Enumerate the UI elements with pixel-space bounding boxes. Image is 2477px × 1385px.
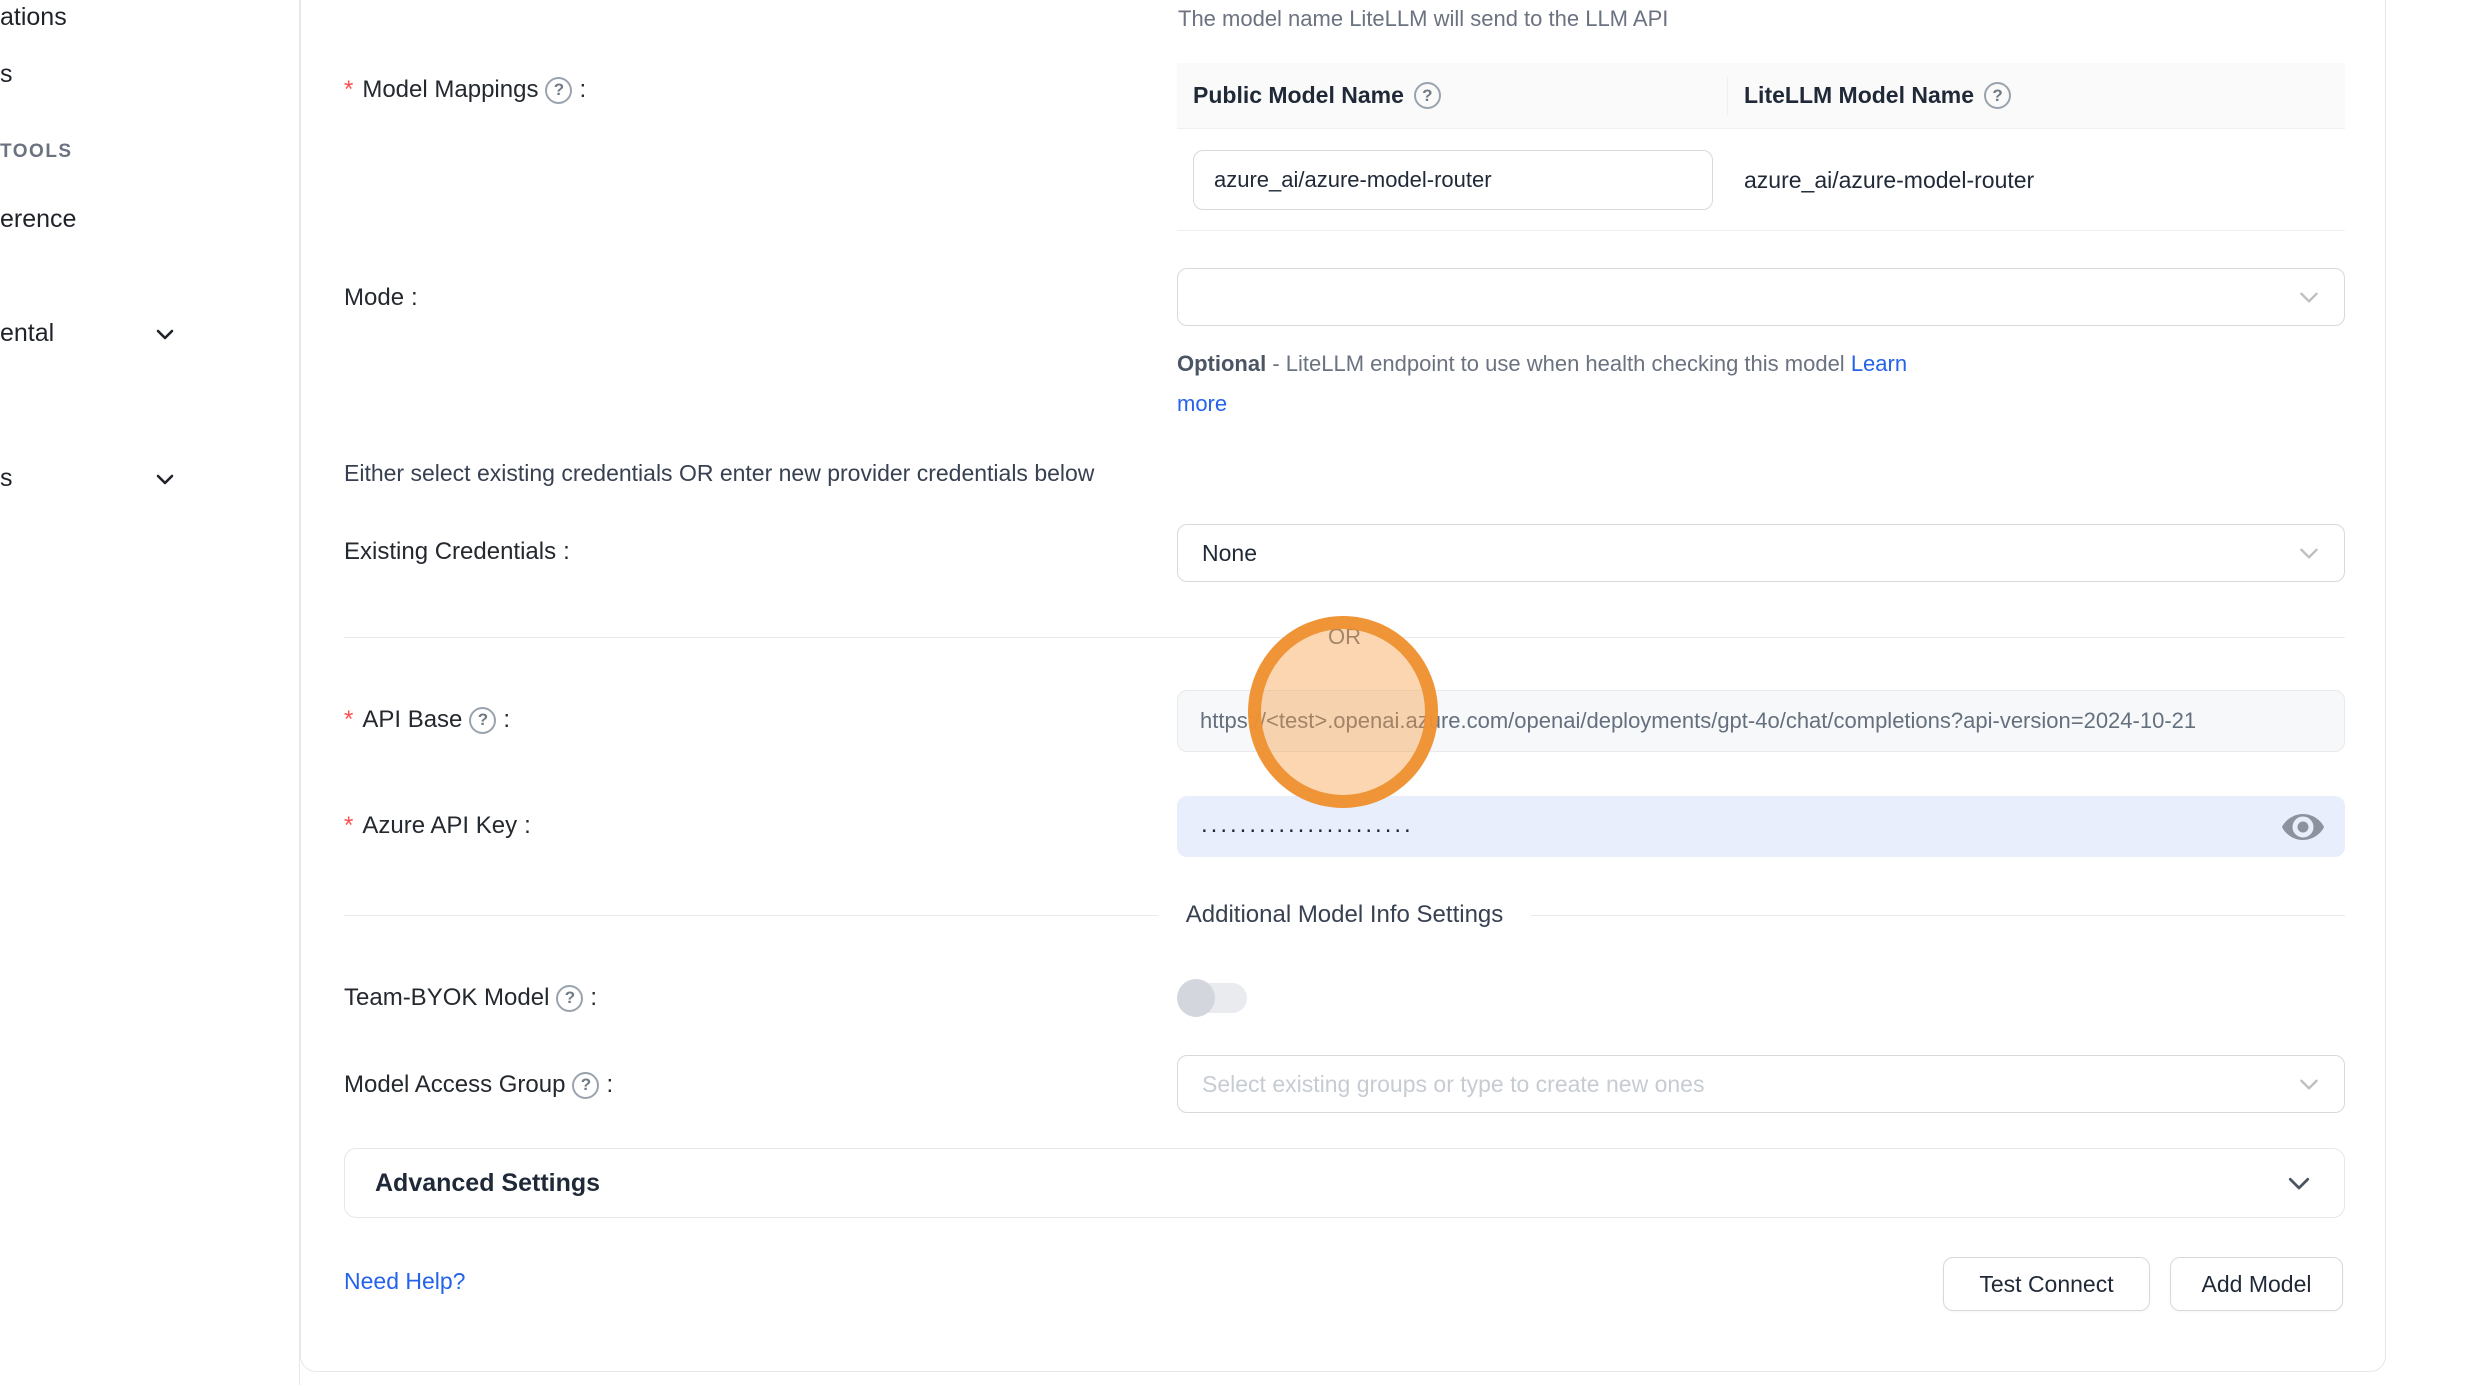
model-mappings-label: * Model Mappings ? : <box>344 76 586 104</box>
chevron-down-icon <box>2296 540 2322 566</box>
api-base-label: * API Base ? : <box>344 706 510 734</box>
help-icon[interactable]: ? <box>556 985 583 1012</box>
sidebar: ations s TOOLS erence ental s <box>0 0 300 1385</box>
existing-credentials-select[interactable]: None <box>1177 524 2345 582</box>
model-access-group-label: Model Access Group ? : <box>344 1071 613 1099</box>
model-name-hint: The model name LiteLLM will send to the … <box>1178 6 1668 32</box>
required-mark: * <box>344 706 353 734</box>
chevron-down-icon <box>2284 1168 2314 1198</box>
public-model-name-input[interactable] <box>1193 150 1713 210</box>
team-byok-toggle[interactable] <box>1177 979 1251 1017</box>
sidebar-item-clipped-2[interactable]: s <box>0 60 13 89</box>
sidebar-item-clipped-5[interactable]: s <box>0 464 13 493</box>
help-icon[interactable]: ? <box>545 77 572 104</box>
advanced-settings-panel[interactable]: Advanced Settings <box>344 1148 2345 1218</box>
help-icon[interactable]: ? <box>572 1072 599 1099</box>
litellm-model-name-value: azure_ai/azure-model-router <box>1744 129 2034 231</box>
azure-api-key-input[interactable]: ...................... <box>1177 796 2345 857</box>
eye-icon[interactable] <box>2281 811 2325 843</box>
advanced-settings-title: Advanced Settings <box>375 1169 600 1198</box>
help-icon[interactable]: ? <box>1984 82 2011 109</box>
add-model-button[interactable]: Add Model <box>2170 1257 2343 1311</box>
azure-api-key-label: * Azure API Key : <box>344 812 531 840</box>
test-connect-button[interactable]: Test Connect <box>1943 1257 2150 1311</box>
required-mark: * <box>344 812 353 840</box>
mode-help-text: Optional - LiteLLM endpoint to use when … <box>1177 344 2077 424</box>
table-row: azure_ai/azure-model-router <box>1177 129 2345 231</box>
additional-settings-divider: Additional Model Info Settings <box>344 901 2345 929</box>
or-divider: OR <box>344 624 2345 650</box>
add-model-page: ations s TOOLS erence ental s The model … <box>0 0 2477 1385</box>
mode-label: Mode : <box>344 284 418 312</box>
sidebar-item-clipped-1[interactable]: ations <box>0 3 67 32</box>
existing-credentials-label: Existing Credentials : <box>344 538 570 566</box>
api-base-input[interactable]: https://<test>.openai.azure.com/openai/d… <box>1177 690 2345 752</box>
mode-select[interactable] <box>1177 268 2345 326</box>
chevron-down-icon[interactable] <box>153 322 177 346</box>
sidebar-item-clipped-4[interactable]: ental <box>0 319 54 348</box>
column-header-public-model-name: Public Model Name ? <box>1177 82 1727 109</box>
model-mappings-table: Public Model Name ? LiteLLM Model Name ?… <box>1177 63 2345 231</box>
masked-api-key: ...................... <box>1201 811 1414 839</box>
model-access-group-select[interactable]: Select existing groups or type to create… <box>1177 1055 2345 1113</box>
model-access-group-placeholder: Select existing groups or type to create… <box>1202 1071 1704 1098</box>
team-byok-label: Team-BYOK Model ? : <box>344 984 597 1012</box>
table-header-row: Public Model Name ? LiteLLM Model Name ? <box>1177 63 2345 129</box>
chevron-down-icon <box>2296 284 2322 310</box>
column-header-litellm-model-name: LiteLLM Model Name ? <box>1727 77 2345 115</box>
chevron-down-icon <box>2296 1071 2322 1097</box>
help-icon[interactable]: ? <box>469 707 496 734</box>
required-mark: * <box>344 76 353 104</box>
sidebar-item-clipped-3[interactable]: erence <box>0 205 76 234</box>
chevron-down-icon[interactable] <box>153 467 177 491</box>
sidebar-section-tools: TOOLS <box>0 141 73 163</box>
help-icon[interactable]: ? <box>1414 82 1441 109</box>
existing-credentials-value: None <box>1202 540 1257 567</box>
need-help-link[interactable]: Need Help? <box>344 1268 465 1295</box>
credentials-note: Either select existing credentials OR en… <box>344 460 1094 487</box>
